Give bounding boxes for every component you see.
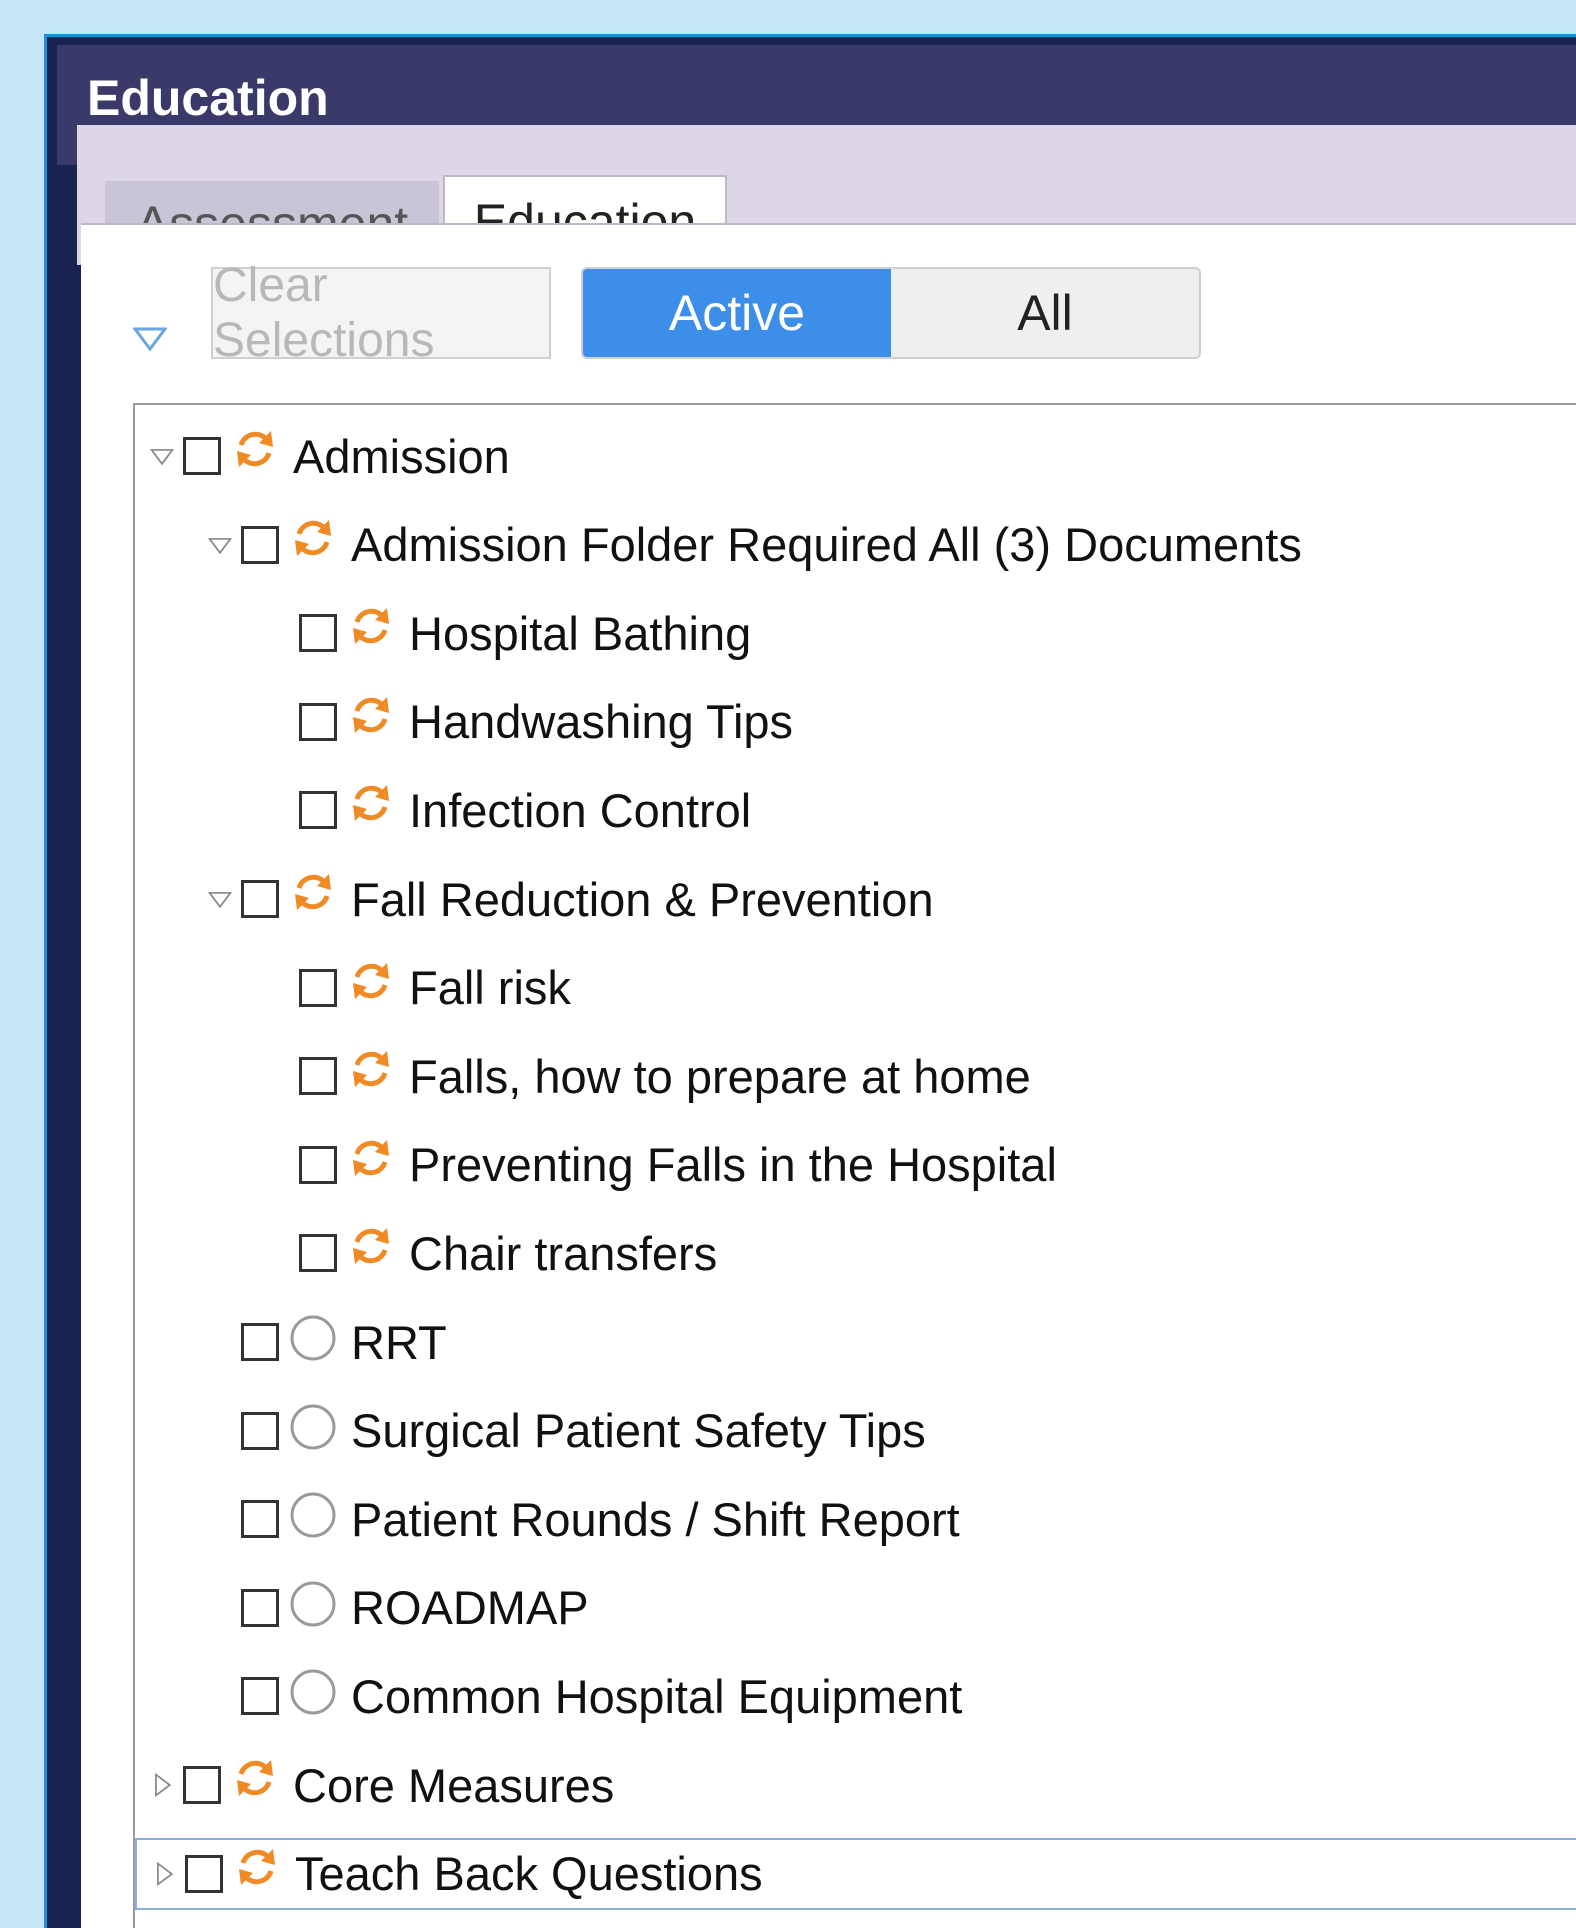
circle-icon: [289, 1403, 337, 1451]
tree-item-checkbox[interactable]: [183, 437, 221, 475]
tree-row[interactable]: Fall Reduction & Prevention: [135, 863, 1576, 935]
tree-row[interactable]: Handwashing Tips: [135, 686, 1576, 758]
collapsed-triangle-icon[interactable]: [149, 1859, 179, 1889]
tree-item-label: Preventing Falls in the Hospital: [409, 1138, 1057, 1192]
tree-row[interactable]: Patient Rounds / Shift Report: [135, 1483, 1576, 1555]
refresh-icon: [347, 602, 395, 650]
tree-row[interactable]: Surgical Patient Safety Tips: [135, 1395, 1576, 1467]
tree-item-checkbox[interactable]: [183, 1766, 221, 1804]
tree-item-checkbox[interactable]: [241, 1323, 279, 1361]
tree-item-label: Hospital Bathing: [409, 606, 752, 660]
tree-row[interactable]: Core Measures: [135, 1749, 1576, 1821]
refresh-icon: [233, 1843, 281, 1891]
education-tree: Admission Admission Folder Required All …: [133, 403, 1576, 1928]
tree-item-checkbox[interactable]: [185, 1854, 223, 1893]
tree-item-label: Common Hospital Equipment: [351, 1669, 963, 1723]
tree-row[interactable]: Fall risk: [135, 952, 1576, 1024]
refresh-icon: [347, 779, 395, 827]
tree-row[interactable]: Falls, how to prepare at home: [135, 1040, 1576, 1112]
tree-item-label: Core Measures: [293, 1758, 615, 1812]
tree-item-label: Teach Back Questions: [295, 1847, 763, 1901]
expanded-triangle-icon[interactable]: [147, 441, 177, 471]
tree-item-label: Handwashing Tips: [409, 695, 794, 749]
tree-item-label: Infection Control: [409, 783, 752, 837]
tree-row[interactable]: Admission: [135, 420, 1576, 492]
tree-item-label: Chair transfers: [409, 1226, 718, 1280]
refresh-icon: [289, 514, 337, 562]
tree-item-label: Surgical Patient Safety Tips: [351, 1404, 926, 1458]
expanded-triangle-icon[interactable]: [205, 530, 235, 560]
tree-item-checkbox[interactable]: [299, 1234, 337, 1273]
active-filter-button[interactable]: Active: [583, 269, 891, 357]
tree-row[interactable]: Hospital Bathing: [135, 597, 1576, 669]
refresh-icon: [347, 957, 395, 1005]
tree-item-checkbox[interactable]: [241, 1588, 279, 1627]
tree-row[interactable]: Teach Back Questions: [135, 1837, 1576, 1910]
tree-item-checkbox[interactable]: [299, 1145, 337, 1184]
clear-selections-button[interactable]: Clear Selections: [211, 259, 551, 367]
education-window: Education Assessment Education Clear Sel…: [44, 34, 1576, 1928]
refresh-icon: [231, 1754, 279, 1802]
tree-row[interactable]: Common Hospital Equipment: [135, 1660, 1576, 1732]
tree-item-label: Admission Folder Required All (3) Docume…: [351, 518, 1302, 572]
refresh-icon: [231, 425, 279, 473]
education-panel: Clear Selections Active All Admission Ad…: [81, 223, 1576, 1928]
tree-row[interactable]: Chair transfers: [135, 1217, 1576, 1289]
circle-icon: [289, 1668, 337, 1716]
tree-item-checkbox[interactable]: [241, 525, 279, 564]
tree-item-label: Fall risk: [409, 961, 571, 1015]
tree-item-label: RRT: [351, 1315, 447, 1369]
tree-item-label: Falls, how to prepare at home: [409, 1049, 1031, 1103]
tree-item-checkbox[interactable]: [241, 880, 279, 918]
tree-item-checkbox[interactable]: [299, 614, 337, 653]
tree-row[interactable]: Preventing Falls in the Hospital: [135, 1129, 1576, 1201]
refresh-icon: [347, 1134, 395, 1182]
tree-item-checkbox[interactable]: [299, 702, 337, 741]
refresh-icon: [289, 868, 337, 916]
all-filter-button[interactable]: All: [891, 269, 1199, 357]
tree-item-label: Fall Reduction & Prevention: [351, 872, 934, 926]
tree-row[interactable]: RRT: [135, 1306, 1576, 1378]
circle-icon: [289, 1314, 337, 1362]
tree-item-checkbox[interactable]: [299, 1057, 337, 1096]
circle-icon: [289, 1580, 337, 1628]
tree-row[interactable]: Infection Control: [135, 774, 1576, 846]
expanded-triangle-icon[interactable]: [205, 884, 235, 914]
tree-row[interactable]: Admission Folder Required All (3) Docume…: [135, 509, 1576, 581]
tree-item-label: Patient Rounds / Shift Report: [351, 1492, 960, 1546]
refresh-icon: [347, 1222, 395, 1270]
window-title: Education: [87, 70, 329, 126]
tree-item-label: Admission: [293, 429, 510, 483]
refresh-icon: [347, 691, 395, 739]
filter-down-triangle-icon[interactable]: [133, 325, 167, 353]
tree-item-checkbox[interactable]: [299, 791, 337, 830]
tree-item-checkbox[interactable]: [241, 1677, 279, 1716]
tree-item-label: ROADMAP: [351, 1581, 589, 1635]
refresh-icon: [347, 1045, 395, 1093]
circle-icon: [289, 1491, 337, 1539]
tree-item-checkbox[interactable]: [241, 1500, 279, 1539]
collapsed-triangle-icon[interactable]: [147, 1770, 177, 1800]
tree-item-checkbox[interactable]: [241, 1411, 279, 1450]
tree-item-checkbox[interactable]: [299, 968, 337, 1007]
tree-row[interactable]: ROADMAP: [135, 1572, 1576, 1644]
status-segmented-control: Active All: [581, 267, 1201, 359]
